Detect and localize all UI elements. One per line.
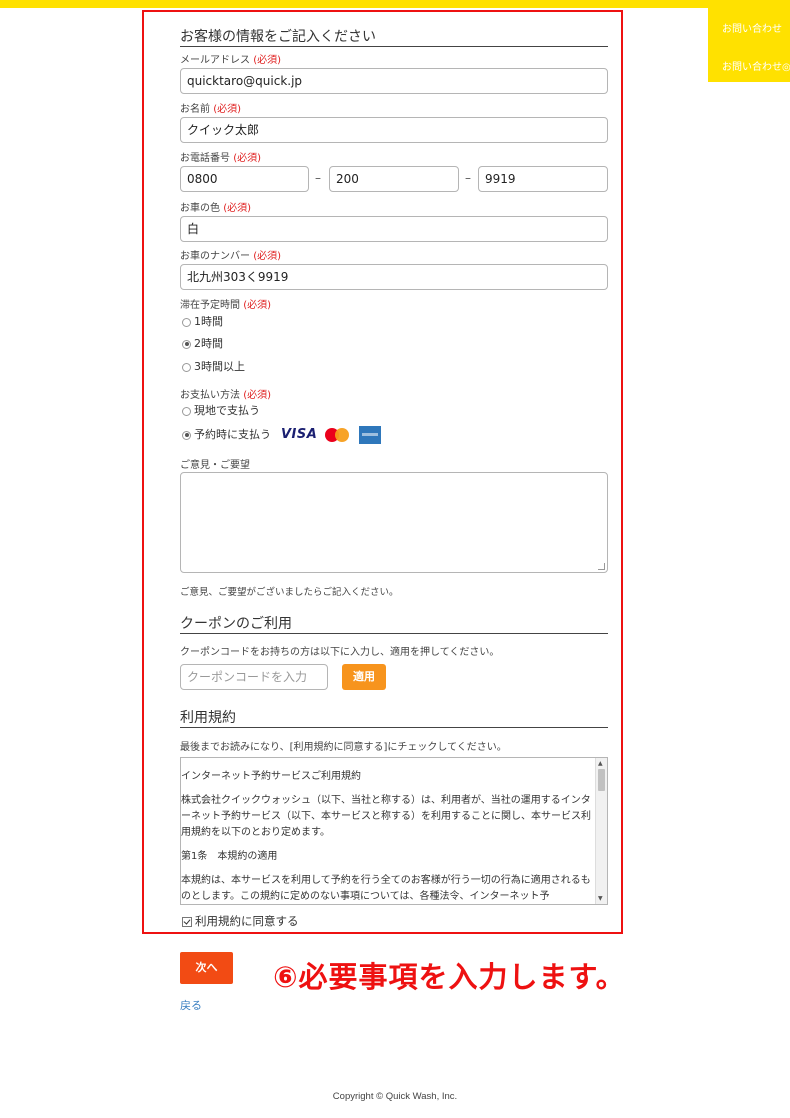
comment-label: ご意見・ご要望 <box>180 460 250 471</box>
amex-logo-icon <box>359 426 382 444</box>
footer-copyright: Copyright © Quick Wash, Inc. <box>332 1091 458 1102</box>
car-number-field[interactable]: 北九州303く9919 <box>180 264 608 290</box>
terms-content: インターネット予約サービスご利用規約 株式会社クイックウォッシュ（以下、当社と称… <box>181 758 597 904</box>
required-mark: (必須) <box>243 390 271 401</box>
phone-separator: – <box>315 171 321 185</box>
car-number-label: お車のナンバー (必須) <box>180 251 281 262</box>
phone-field-3[interactable]: 9919 <box>478 166 608 192</box>
stay-time-option-3[interactable]: 3時間以上 <box>182 360 245 374</box>
terms-paragraph: 株式会社クイックウォッシュ（以下、当社と称する）は、利用者が、当社の運用するイン… <box>181 795 591 838</box>
radio-button-selected[interactable] <box>182 339 191 349</box>
email-field[interactable]: quicktaro@quick.jp <box>180 68 608 94</box>
scroll-up-arrow-icon[interactable]: ▲ <box>598 760 603 767</box>
radio-button[interactable] <box>182 362 191 372</box>
stay-time-label: 滞在予定時間 (必須) <box>180 300 271 311</box>
radio-button[interactable] <box>182 317 191 327</box>
customer-section-title: お客様の情報をご記入ください <box>180 29 608 47</box>
radio-button-selected[interactable] <box>182 430 191 440</box>
name-label: お名前 (必須) <box>180 104 241 115</box>
top-brand-bar <box>0 0 790 8</box>
terms-article-title: 第1条 本規約の適用 <box>181 851 278 862</box>
stay-time-option-2[interactable]: 2時間 <box>182 337 223 351</box>
contact-link[interactable]: お問い合わせ <box>708 20 782 35</box>
coupon-description: クーポンコードをお持ちの方は以下に入力し、適用を押してください。 <box>180 647 500 658</box>
terms-heading: インターネット予約サービスご利用規約 <box>181 771 361 782</box>
checkbox-checked-icon[interactable] <box>182 916 192 927</box>
coupon-input[interactable]: クーポンコードを入力 <box>180 664 328 690</box>
required-mark: (必須) <box>223 203 251 214</box>
next-button[interactable]: 次へ <box>180 952 233 984</box>
coupon-section-title: クーポンのご利用 <box>180 616 608 634</box>
contact-link-2[interactable]: お問い合わせ◎ <box>708 58 790 73</box>
instruction-annotation: ⑥必要事項を入力します。 <box>273 960 626 994</box>
resize-grip-icon[interactable] <box>598 563 605 570</box>
scroll-thumb[interactable] <box>598 769 605 791</box>
required-mark: (必須) <box>233 153 261 164</box>
mastercard-logo-icon <box>325 426 351 444</box>
car-color-field[interactable]: 白 <box>180 216 608 242</box>
terms-paragraph: 本規約は、本サービスを利用して予約を行う全てのお客様が行う一切の行為に適用される… <box>181 875 591 902</box>
car-color-label: お車の色 (必須) <box>180 203 251 214</box>
name-field[interactable]: クイック太郎 <box>180 117 608 143</box>
required-mark: (必須) <box>243 300 271 311</box>
phone-field-1[interactable]: 0800 <box>180 166 309 192</box>
terms-scroll-box[interactable]: インターネット予約サービスご利用規約 株式会社クイックウォッシュ（以下、当社と称… <box>180 757 608 905</box>
visa-logo-icon: VISA <box>281 427 318 442</box>
stay-time-option-1[interactable]: 1時間 <box>182 315 223 329</box>
payment-option-onsite[interactable]: 現地で支払う <box>182 404 260 418</box>
payment-label: お支払い方法 (必須) <box>180 390 271 401</box>
email-label: メールアドレス (必須) <box>180 55 281 66</box>
terms-section-title: 利用規約 <box>180 710 608 728</box>
side-nav: お問い合わせ お問い合わせ◎ <box>708 0 790 82</box>
terms-agree-checkbox-row[interactable]: 利用規約に同意する <box>182 913 299 929</box>
required-mark: (必須) <box>253 55 281 66</box>
terms-scrollbar[interactable]: ▲ ▼ <box>595 758 607 904</box>
back-link[interactable]: 戻る <box>180 997 202 1013</box>
phone-separator: – <box>465 171 471 185</box>
coupon-apply-button[interactable]: 適用 <box>342 664 386 690</box>
terms-instruction: 最後までお読みになり、[利用規約に同意する]にチェックしてください。 <box>180 742 507 753</box>
radio-button[interactable] <box>182 406 191 416</box>
phone-label: お電話番号 (必須) <box>180 153 261 164</box>
phone-field-2[interactable]: 200 <box>329 166 459 192</box>
scroll-down-arrow-icon[interactable]: ▼ <box>598 895 603 902</box>
required-mark: (必須) <box>253 251 281 262</box>
comment-hint: ご意見、ご要望がございましたらご記入ください。 <box>180 587 399 598</box>
payment-option-prepay[interactable]: 予約時に支払う VISA <box>182 426 382 444</box>
required-mark: (必須) <box>213 104 241 115</box>
comment-textarea[interactable] <box>180 472 608 573</box>
